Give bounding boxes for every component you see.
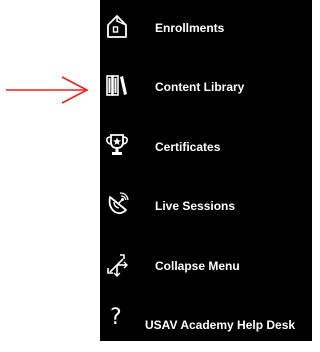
menu-item-label: Collapse Menu [155,259,240,273]
menu-item-label: USAV Academy Help Desk [145,318,296,332]
annotation-layer [0,0,100,341]
menu-item-live-sessions[interactable]: Live Sessions [100,183,312,233]
menu-item-label: Enrollments [155,21,225,35]
menu-item-label: Certificates [155,140,221,154]
menu-item-content-library[interactable]: Content Library [100,64,312,114]
books-icon [105,72,129,98]
help-question-icon: ? [110,305,122,330]
menu-item-certificates[interactable]: Certificates [100,124,312,174]
satellite-dish-icon [105,191,129,217]
menu-item-help-desk[interactable]: ? USAV Academy Help Desk [100,302,312,352]
collapse-arrows-icon [105,251,129,277]
home-icon [105,13,129,39]
red-arrow-icon [6,76,89,104]
menu-item-label: Live Sessions [155,199,236,213]
menu-item-label: Content Library [155,80,245,94]
trophy-icon [105,132,129,158]
side-menu: Enrollments Content Library Certificates… [100,0,312,341]
menu-item-collapse-menu[interactable]: Collapse Menu [100,243,312,293]
menu-item-enrollments[interactable]: Enrollments [100,5,312,55]
